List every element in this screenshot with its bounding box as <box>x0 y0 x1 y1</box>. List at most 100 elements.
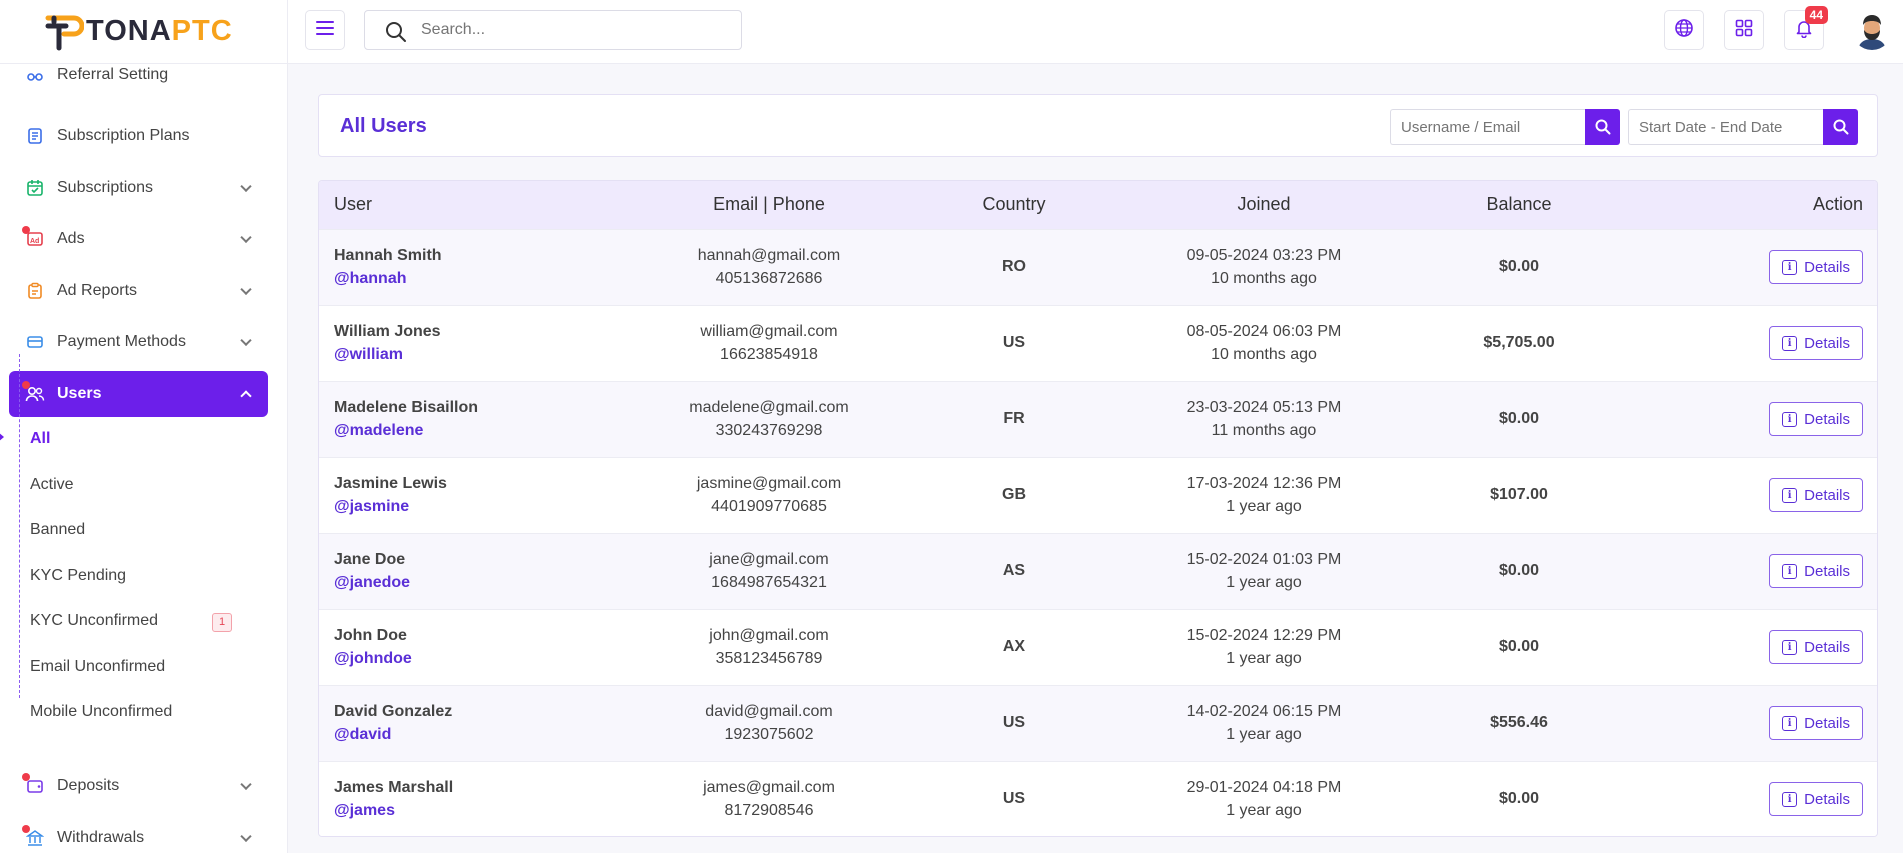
submenu-item-mobile-unconfirmed[interactable]: Mobile Unconfirmed <box>30 701 172 723</box>
user-balance: $556.46 <box>1490 714 1548 731</box>
sidebar-item-subscriptions[interactable]: Subscriptions <box>9 165 268 211</box>
details-button[interactable]: i Details <box>1769 706 1863 740</box>
user-country: US <box>1002 790 1026 808</box>
user-cell: William Jones @william <box>319 305 619 381</box>
user-search-filter <box>1390 109 1620 145</box>
submenu-item-email-unconfirmed[interactable]: Email Unconfirmed <box>30 656 165 678</box>
chevron-down-icon <box>240 231 252 244</box>
menu-toggle-button[interactable] <box>305 10 345 50</box>
sidebar-item-label: Deposits <box>57 777 120 794</box>
user-name: Jasmine Lewis <box>334 474 447 492</box>
user-name: William Jones <box>334 322 441 340</box>
user-country: AX <box>1002 638 1026 655</box>
info-icon: i <box>1782 487 1798 503</box>
details-button[interactable]: i Details <box>1769 478 1863 512</box>
table-row: John Doe @johndoe john@gmail.com 358123456… <box>319 609 1877 685</box>
table-row: Madelene Bisaillon @madelene madelene@gma… <box>319 381 1877 457</box>
joined-date: 15-02-2024 12:29 PM <box>1186 626 1342 644</box>
submenu-item-kyc-pending[interactable]: KYC Pending <box>30 565 126 587</box>
sidebar-item-ads[interactable]: Ad Ads <box>9 216 268 262</box>
search-icon <box>1833 119 1848 135</box>
details-button[interactable]: i Details <box>1769 554 1863 588</box>
notifications-button[interactable]: 44 <box>1784 6 1828 50</box>
notification-count-badge: 44 <box>1804 6 1828 24</box>
date-range-input[interactable] <box>1628 109 1823 145</box>
joined-date: 08-05-2024 06:03 PM <box>1186 322 1342 340</box>
details-button[interactable]: i Details <box>1769 630 1863 664</box>
user-balance: $0.00 <box>1498 258 1540 275</box>
alert-dot <box>22 226 30 234</box>
user-handle-link[interactable]: @janedoe <box>334 574 619 592</box>
sidebar-item-withdrawals[interactable]: Withdrawals <box>9 815 268 853</box>
user-handle-link[interactable]: @hannah <box>334 270 619 288</box>
info-icon: i <box>1782 335 1798 351</box>
search-input[interactable] <box>421 21 711 39</box>
details-button[interactable]: i Details <box>1769 250 1863 284</box>
username-email-input[interactable] <box>1390 109 1585 145</box>
user-balance: $0.00 <box>1498 410 1540 427</box>
user-email: madelene@gmail.com <box>689 398 849 416</box>
joined-date: 29-01-2024 04:18 PM <box>1186 778 1342 796</box>
user-cell: Madelene Bisaillon @madelene <box>319 381 619 457</box>
global-search <box>364 10 742 50</box>
action-cell: i Details <box>1619 609 1877 685</box>
submenu-item-all[interactable]: All <box>30 428 50 450</box>
sidebar-item-label: Referral Setting <box>57 66 169 83</box>
user-avatar[interactable] <box>1852 10 1892 50</box>
user-email: david@gmail.com <box>705 702 833 720</box>
info-icon: i <box>1782 563 1798 579</box>
joined-date: 14-02-2024 06:15 PM <box>1186 702 1342 720</box>
action-cell: i Details <box>1619 761 1877 836</box>
tonaptc-logo-icon <box>44 12 85 52</box>
chevron-down-icon <box>240 283 252 296</box>
user-handle-link[interactable]: @james <box>334 802 619 820</box>
details-button[interactable]: i Details <box>1769 782 1863 817</box>
submenu-item-banned[interactable]: Banned <box>30 519 85 541</box>
date-search-button[interactable] <box>1823 109 1858 145</box>
details-button[interactable]: i Details <box>1769 402 1863 436</box>
joined-relative: 10 months ago <box>1211 345 1317 363</box>
sidebar-item-deposits[interactable]: Deposits <box>9 763 268 809</box>
details-label: Details <box>1804 410 1850 428</box>
column-header-joined: Joined <box>1237 194 1291 215</box>
user-email: john@gmail.com <box>709 626 829 644</box>
contact-cell: william@gmail.com 16623854918 <box>619 305 919 381</box>
user-phone: 405136872686 <box>715 269 823 287</box>
search-icon <box>1595 119 1610 135</box>
details-label: Details <box>1804 334 1850 352</box>
chevron-down-icon <box>240 334 252 347</box>
joined-relative: 11 months ago <box>1211 421 1317 439</box>
apps-button[interactable] <box>1724 10 1764 50</box>
joined-relative: 1 year ago <box>1226 725 1302 743</box>
sidebar-item-ad-reports[interactable]: Ad Reports <box>9 268 268 314</box>
user-search-button[interactable] <box>1585 109 1620 145</box>
column-header-balance: Balance <box>1486 194 1552 215</box>
user-handle-link[interactable]: @william <box>334 346 619 364</box>
language-button[interactable] <box>1664 10 1704 50</box>
sidebar-item-label: Ad Reports <box>57 282 138 299</box>
details-button[interactable]: i Details <box>1769 326 1863 360</box>
brand-logo[interactable]: TONAPTC <box>0 0 287 64</box>
joined-cell: 15-02-2024 01:03 PM 1 year ago <box>1109 533 1419 609</box>
user-country: AS <box>1002 562 1026 579</box>
joined-relative: 1 year ago <box>1226 497 1302 515</box>
user-name: Madelene Bisaillon <box>334 398 479 416</box>
users-table: User Email | Phone Country Joined Balanc… <box>319 181 1877 836</box>
user-phone: 1923075602 <box>724 725 814 743</box>
user-cell: Jasmine Lewis @jasmine <box>319 457 619 533</box>
table-row: Jasmine Lewis @jasmine jasmine@gmail.com 4… <box>319 457 1877 533</box>
clipboard-icon <box>25 281 45 301</box>
submenu-item-active[interactable]: Active <box>30 474 74 496</box>
users-table-body: Hannah Smith @hannah hannah@gmail.com 4051… <box>319 229 1877 836</box>
sidebar-item-subscription-plans[interactable]: Subscription Plans <box>9 113 268 159</box>
user-handle-link[interactable]: @madelene <box>334 422 619 440</box>
user-handle-link[interactable]: @jasmine <box>334 498 619 516</box>
sidebar-item-label: Payment Methods <box>57 333 186 350</box>
joined-cell: 14-02-2024 06:15 PM 1 year ago <box>1109 685 1419 761</box>
user-handle-link[interactable]: @johndoe <box>334 650 619 668</box>
user-handle-link[interactable]: @david <box>334 726 619 744</box>
alert-dot <box>22 773 30 781</box>
user-phone: 16623854918 <box>720 345 818 363</box>
submenu-item-kyc-unconfirmed[interactable]: KYC Unconfirmed <box>30 610 158 632</box>
user-country: RO <box>1002 258 1026 275</box>
